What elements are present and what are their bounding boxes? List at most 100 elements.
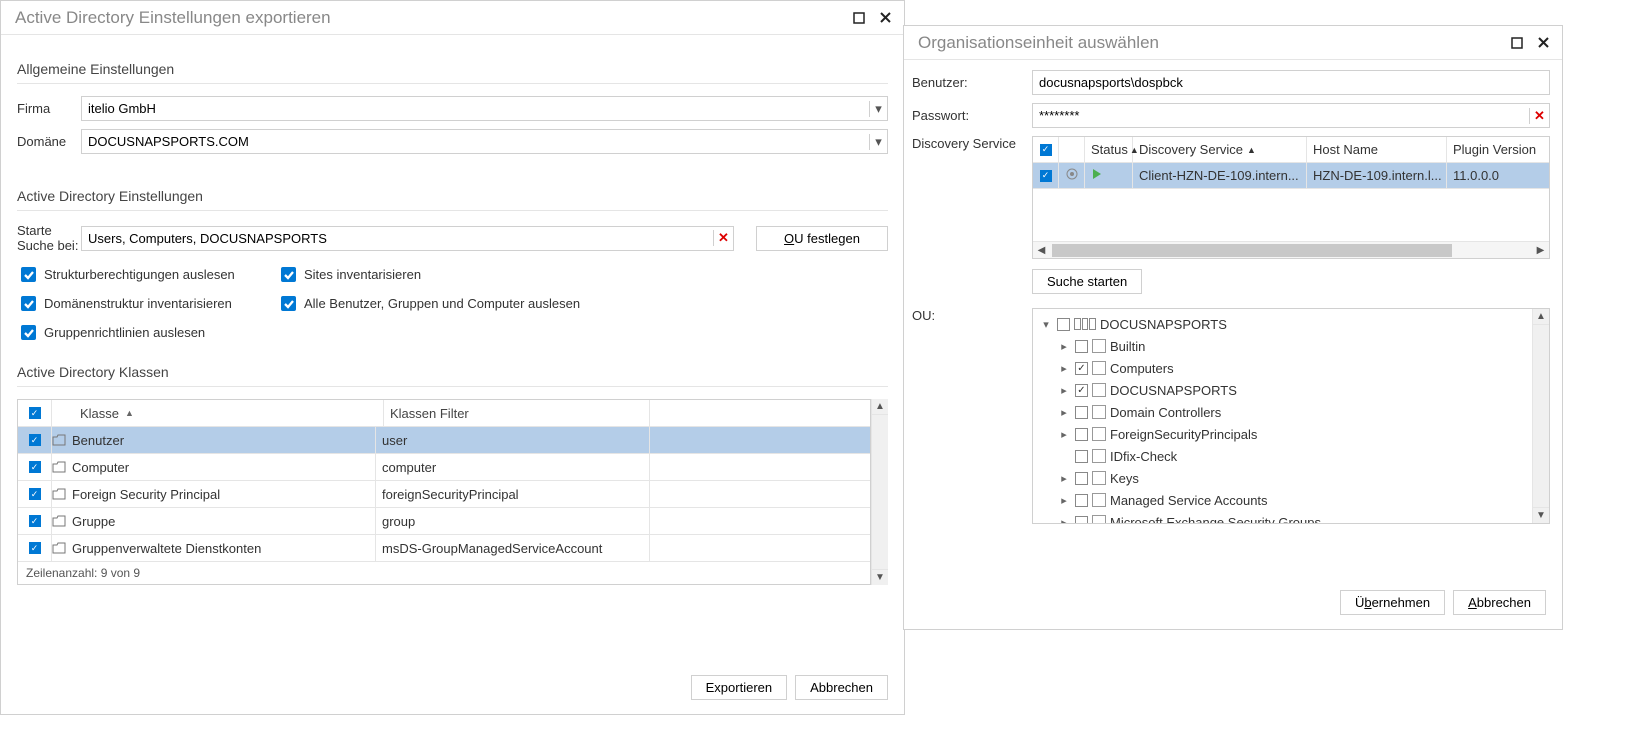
tree-item[interactable]: ▸ ForeignSecurityPrincipals — [1039, 423, 1530, 445]
pass-input[interactable] — [1033, 104, 1529, 127]
chk-domain-struct[interactable]: Domänenstruktur inventarisieren — [21, 296, 281, 311]
row-checkbox[interactable] — [29, 434, 41, 446]
maximize-icon[interactable] — [848, 7, 870, 29]
scroll-up-icon[interactable]: ▲ — [1533, 309, 1549, 325]
tree-item[interactable]: ▸Builtin — [1039, 335, 1530, 357]
export-button[interactable]: Exportieren — [691, 675, 787, 700]
row-checkbox[interactable] — [29, 461, 41, 473]
tree-item[interactable]: IDfix-Check — [1039, 445, 1530, 467]
maximize-icon[interactable] — [1506, 32, 1528, 54]
chk-all-users[interactable]: Alle Benutzer, Gruppen und Computer ausl… — [281, 296, 884, 311]
scroll-left-icon[interactable]: ◀ — [1033, 245, 1050, 256]
expand-icon[interactable]: ▸ — [1057, 340, 1071, 353]
tree-checkbox[interactable] — [1075, 340, 1088, 353]
ou-set-button[interactable]: OU OU festlegenfestlegen — [756, 226, 888, 251]
cell-klasse: Gruppenverwaltete Dienstkonten — [66, 535, 376, 561]
expand-icon[interactable]: ▾ — [1039, 318, 1053, 331]
tree-label: DOCUSNAPSPORTS — [1110, 383, 1237, 398]
ds-select-all[interactable] — [1033, 137, 1059, 163]
close-icon[interactable] — [874, 7, 896, 29]
start-search-button[interactable]: Suche starten — [1032, 269, 1142, 294]
server-icon — [1065, 167, 1079, 184]
table-row[interactable]: Gruppegroup — [18, 508, 870, 535]
ou-label: OU: — [912, 308, 1032, 323]
col-plugin[interactable]: Plugin Version — [1447, 137, 1549, 163]
expand-icon[interactable]: ▸ — [1057, 384, 1071, 397]
scroll-right-icon[interactable]: ▶ — [1532, 245, 1549, 256]
expand-icon[interactable]: ▸ — [1057, 472, 1071, 485]
table-row[interactable]: Foreign Security PrincipalforeignSecurit… — [18, 481, 870, 508]
tree-item[interactable]: ▸Keys — [1039, 467, 1530, 489]
tree-checkbox[interactable] — [1075, 472, 1088, 485]
tree-item[interactable]: ▸Domain Controllers — [1039, 401, 1530, 423]
tree-checkbox[interactable] — [1075, 450, 1088, 463]
chk-sites[interactable]: Sites inventarisieren — [281, 267, 884, 282]
ds-row-checkbox[interactable] — [1040, 170, 1052, 182]
row-checkbox[interactable] — [29, 542, 41, 554]
apply-button[interactable]: ÜbernehmenÜbernehmen — [1340, 590, 1445, 615]
table-scrollbar[interactable]: ▲ ▼ — [871, 399, 888, 585]
clear-icon[interactable]: ✕ — [713, 230, 733, 246]
expand-icon[interactable]: ▸ — [1057, 406, 1071, 419]
chk-gpo[interactable]: Gruppenrichtlinien auslesen — [21, 325, 281, 340]
col-filter-header[interactable]: Klassen Filter — [384, 400, 650, 426]
scroll-up-icon[interactable]: ▲ — [872, 399, 888, 415]
chk-struct-perms[interactable]: Strukturberechtigungen auslesen — [21, 267, 281, 282]
col-host[interactable]: Host Name — [1307, 137, 1447, 163]
tree-checkbox[interactable] — [1075, 362, 1088, 375]
domain-input[interactable] — [82, 130, 869, 153]
tree-label: IDfix-Check — [1110, 449, 1177, 464]
table-row[interactable]: Benutzeruser — [18, 427, 870, 454]
ou-tree: ▾DOCUSNAPSPORTS▸Builtin▸Computers▸DOCUSN… — [1032, 308, 1550, 524]
tree-checkbox[interactable] — [1057, 318, 1070, 331]
domain-label: Domäne — [17, 134, 81, 149]
table-row[interactable]: Gruppenverwaltete DienstkontenmsDS-Group… — [18, 535, 870, 562]
col-status[interactable]: Status▲ — [1085, 137, 1133, 163]
row-checkbox[interactable] — [29, 515, 41, 527]
window-title: Active Directory Einstellungen exportier… — [15, 8, 844, 28]
domain-combo[interactable]: ▾ — [81, 129, 888, 154]
col-ds[interactable]: Discovery Service▲ — [1133, 137, 1307, 163]
chevron-down-icon[interactable]: ▾ — [869, 134, 887, 150]
scroll-down-icon[interactable]: ▼ — [872, 569, 888, 585]
window-title: Organisationseinheit auswählen — [918, 33, 1502, 53]
select-all-checkbox[interactable] — [18, 400, 52, 426]
tree-checkbox[interactable] — [1075, 406, 1088, 419]
ou-icon — [1092, 449, 1106, 463]
scroll-down-icon[interactable]: ▼ — [1533, 507, 1549, 523]
tree-item[interactable]: ▸ DOCUSNAPSPORTS — [1039, 379, 1530, 401]
expand-icon[interactable]: ▸ — [1057, 362, 1071, 375]
col-klasse-header[interactable]: Klasse▲ — [74, 400, 384, 426]
ds-hscroll[interactable]: ◀ ▶ — [1033, 241, 1549, 258]
expand-icon[interactable]: ▸ — [1057, 516, 1071, 524]
clear-icon[interactable]: ✕ — [1529, 108, 1549, 124]
expand-icon[interactable]: ▸ — [1057, 494, 1071, 507]
cancel-button[interactable]: AbbrechenAbbrechen — [1453, 590, 1546, 615]
row-checkbox[interactable] — [29, 488, 41, 500]
start-search-input[interactable] — [82, 227, 713, 250]
tree-item[interactable]: ▸Managed Service Accounts — [1039, 489, 1530, 511]
firma-input[interactable] — [82, 97, 869, 120]
chevron-down-icon[interactable]: ▾ — [869, 101, 887, 117]
table-row[interactable]: Computercomputer — [18, 454, 870, 481]
ds-plugin: 11.0.0.0 — [1447, 163, 1549, 189]
tree-checkbox[interactable] — [1075, 428, 1088, 441]
user-input[interactable] — [1033, 71, 1549, 94]
expand-icon[interactable]: ▸ — [1057, 428, 1071, 441]
close-icon[interactable] — [1532, 32, 1554, 54]
tree-label: ForeignSecurityPrincipals — [1110, 427, 1257, 442]
tree-item[interactable]: ▸Computers — [1039, 357, 1530, 379]
tree-item[interactable]: ▾DOCUSNAPSPORTS — [1039, 313, 1530, 335]
cell-filter: user — [376, 427, 650, 453]
cell-filter: msDS-GroupManagedServiceAccount — [376, 535, 650, 561]
tree-checkbox[interactable] — [1075, 516, 1088, 524]
tree-checkbox[interactable] — [1075, 494, 1088, 507]
cancel-button[interactable]: Abbrechen — [795, 675, 888, 700]
ds-row[interactable]: Client-HZN-DE-109.intern... HZN-DE-109.i… — [1033, 163, 1549, 189]
tree-scrollbar[interactable]: ▲ ▼ — [1532, 309, 1549, 523]
firma-combo[interactable]: ▾ — [81, 96, 888, 121]
tree-checkbox[interactable] — [1075, 384, 1088, 397]
scroll-thumb[interactable] — [1052, 244, 1452, 257]
cell-klasse: Foreign Security Principal — [66, 481, 376, 507]
tree-item[interactable]: ▸Microsoft Exchange Security Groups — [1039, 511, 1530, 523]
